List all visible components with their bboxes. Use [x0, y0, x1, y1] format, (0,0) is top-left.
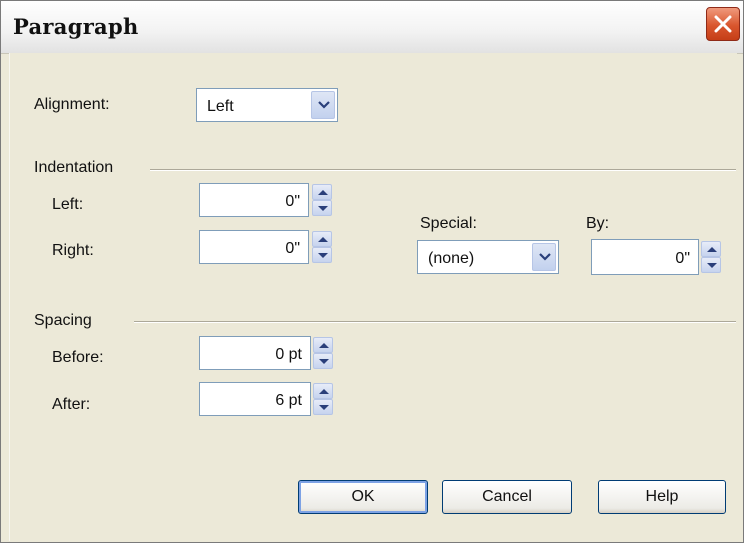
by-up[interactable]	[701, 241, 721, 257]
alignment-select[interactable]: Left	[196, 88, 338, 122]
ok-button[interactable]: OK	[298, 480, 428, 514]
spacing-after-down[interactable]	[313, 399, 333, 415]
dialog-body: Alignment: Left Indentation Left: 0" Rig…	[9, 53, 737, 541]
spacing-before-spinner[interactable]	[313, 337, 333, 369]
by-down[interactable]	[701, 257, 721, 273]
spacing-header: Spacing	[34, 312, 92, 329]
indent-right-down[interactable]	[312, 247, 332, 263]
spacing-after-input[interactable]: 6 pt	[199, 382, 311, 416]
triangle-down-icon	[707, 263, 717, 268]
indent-left-spinner[interactable]	[312, 184, 332, 216]
chevron-down-icon	[318, 101, 330, 109]
indent-left-down[interactable]	[312, 200, 332, 216]
triangle-up-icon	[318, 237, 328, 242]
spacing-divider	[134, 321, 736, 323]
indentation-header: Indentation	[34, 159, 114, 176]
indent-right-input[interactable]: 0"	[199, 230, 309, 264]
special-label: Special:	[420, 215, 477, 232]
spacing-before-label: Before:	[52, 349, 104, 366]
spacing-after-label: After:	[52, 396, 91, 413]
title-bar[interactable]: Paragraph	[1, 1, 743, 54]
indent-left-label: Left:	[52, 196, 84, 213]
by-label: By:	[586, 215, 610, 232]
special-dropdown-button[interactable]	[532, 243, 556, 271]
indent-left-value: 0"	[285, 193, 300, 210]
spacing-before-input[interactable]: 0 pt	[199, 336, 311, 370]
paragraph-dialog: Paragraph Alignment: Left Indentation Le…	[0, 0, 744, 543]
triangle-down-icon	[319, 359, 329, 364]
window-title: Paragraph	[13, 14, 139, 39]
help-button[interactable]: Help	[598, 480, 726, 514]
triangle-up-icon	[319, 389, 329, 394]
spacing-before-up[interactable]	[313, 337, 333, 353]
triangle-down-icon	[319, 405, 329, 410]
spacing-after-spinner[interactable]	[313, 383, 333, 415]
triangle-up-icon	[707, 247, 717, 252]
alignment-dropdown-button[interactable]	[311, 91, 335, 119]
chevron-down-icon	[539, 253, 551, 261]
spacing-after-up[interactable]	[313, 383, 333, 399]
indent-right-value: 0"	[285, 240, 300, 257]
close-button[interactable]	[706, 7, 740, 41]
close-icon	[714, 15, 732, 33]
indent-left-up[interactable]	[312, 184, 332, 200]
indent-right-label: Right:	[52, 242, 94, 259]
triangle-up-icon	[319, 343, 329, 348]
indent-right-spinner[interactable]	[312, 231, 332, 263]
spacing-after-value: 6 pt	[275, 392, 302, 409]
indent-left-input[interactable]: 0"	[199, 183, 309, 217]
cancel-button[interactable]: Cancel	[442, 480, 572, 514]
by-input[interactable]: 0"	[591, 239, 699, 275]
indent-right-up[interactable]	[312, 231, 332, 247]
alignment-value: Left	[207, 98, 234, 115]
triangle-down-icon	[318, 253, 328, 258]
alignment-label: Alignment:	[34, 96, 110, 113]
by-value: 0"	[675, 250, 690, 267]
triangle-up-icon	[318, 190, 328, 195]
spacing-before-down[interactable]	[313, 353, 333, 369]
special-select[interactable]: (none)	[417, 240, 559, 274]
special-value: (none)	[428, 250, 475, 267]
triangle-down-icon	[318, 206, 328, 211]
spacing-before-value: 0 pt	[275, 346, 302, 363]
by-spinner[interactable]	[701, 241, 721, 273]
indentation-divider	[150, 169, 736, 171]
